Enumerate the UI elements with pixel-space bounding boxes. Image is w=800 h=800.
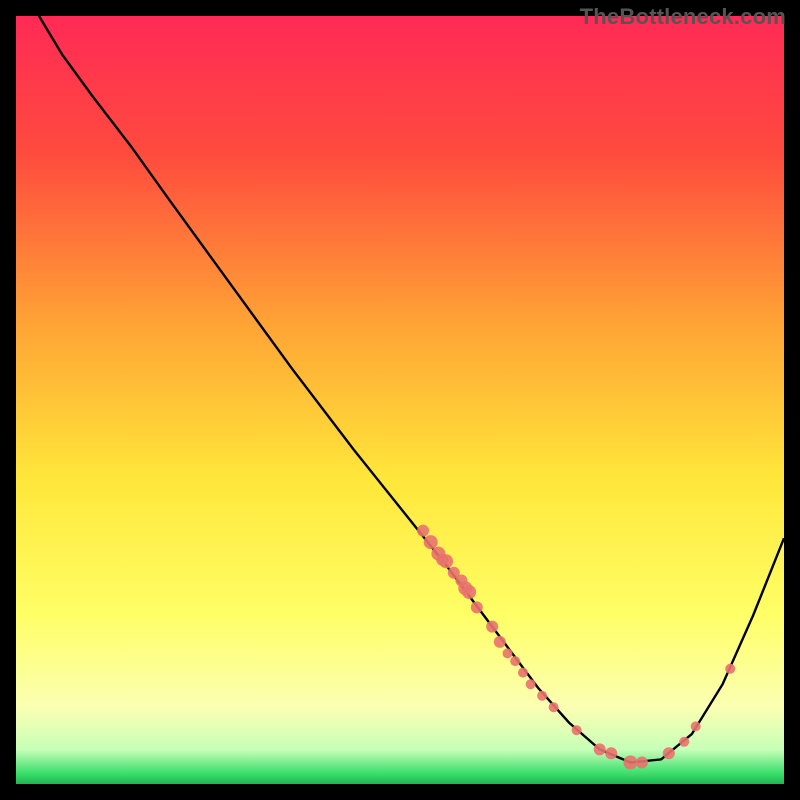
data-point bbox=[725, 664, 735, 674]
data-point bbox=[537, 691, 547, 701]
data-point bbox=[494, 636, 506, 648]
data-point bbox=[605, 747, 617, 759]
data-point bbox=[503, 648, 513, 658]
data-point bbox=[510, 656, 520, 666]
data-point bbox=[439, 554, 453, 568]
data-point bbox=[691, 721, 701, 731]
data-point bbox=[526, 679, 536, 689]
data-point bbox=[549, 702, 559, 712]
data-point bbox=[572, 725, 582, 735]
data-point bbox=[417, 525, 429, 537]
data-point bbox=[462, 585, 476, 599]
data-point bbox=[471, 601, 483, 613]
data-point bbox=[636, 757, 648, 769]
data-point bbox=[679, 737, 689, 747]
data-point bbox=[486, 621, 498, 633]
data-point bbox=[594, 743, 606, 755]
data-point bbox=[424, 535, 438, 549]
data-point bbox=[663, 747, 675, 759]
data-point bbox=[623, 756, 637, 770]
data-point bbox=[518, 668, 528, 678]
watermark-text: TheBottleneck.com bbox=[580, 4, 786, 30]
bottleneck-chart bbox=[0, 0, 800, 800]
plot-background bbox=[16, 16, 784, 784]
chart-container: TheBottleneck.com bbox=[0, 0, 800, 800]
